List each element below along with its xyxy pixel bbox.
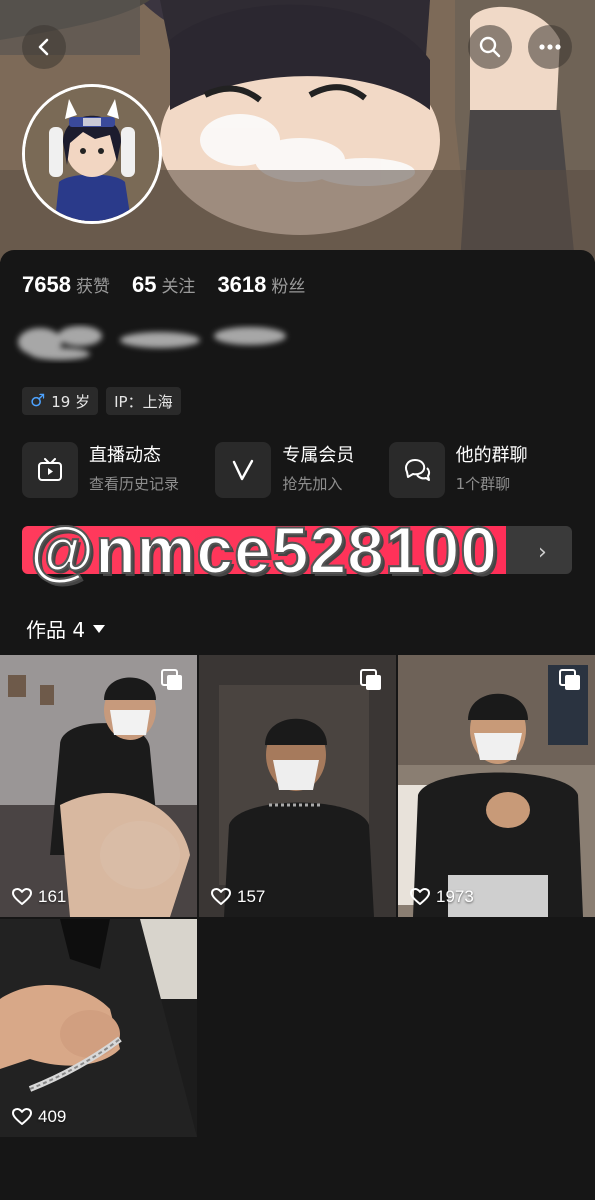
avatar[interactable] — [22, 84, 162, 224]
heart-icon — [12, 888, 32, 905]
more-dots-icon — [539, 44, 561, 50]
caret-down-icon — [93, 624, 106, 633]
like-count: 161 — [12, 887, 66, 907]
like-count-text: 1973 — [436, 887, 474, 906]
age-tag: ♂ 19 岁 — [22, 387, 99, 415]
chevron-left-icon — [38, 38, 49, 56]
stat-value: 65 — [131, 272, 157, 297]
tv-icon — [22, 442, 78, 498]
blurred-username — [18, 326, 286, 360]
multi-image-icon — [360, 669, 381, 690]
multi-image-icon — [559, 669, 580, 690]
shortcut-subtitle: 抢先加入 — [282, 475, 343, 493]
stat-followers[interactable]: 3618 粉丝 — [217, 272, 305, 298]
watermark-text: @nmce528100 — [29, 512, 499, 588]
stat-likes[interactable]: 7658 获赞 — [22, 272, 110, 298]
post-thumbnail — [0, 919, 197, 1137]
profile-banner — [0, 0, 595, 262]
post-thumbnail — [398, 655, 595, 917]
stat-label: 获赞 — [75, 277, 110, 297]
search-button[interactable] — [468, 25, 512, 69]
shortcut-title: 他的群聊 — [455, 445, 528, 466]
tab-works-label: 作品 4 — [26, 618, 86, 642]
heart-icon — [410, 888, 430, 905]
like-count-text: 409 — [38, 1107, 67, 1126]
stat-value: 3618 — [217, 272, 267, 297]
back-button[interactable] — [22, 25, 66, 69]
shortcut-row: 直播动态 查看历史记录 专属会员 抢先加入 他的群聊 1个群聊 — [22, 442, 582, 498]
heart-icon — [211, 888, 231, 905]
shortcut-membership[interactable]: 专属会员 抢先加入 — [215, 442, 388, 498]
post-tile[interactable]: 1973 — [398, 655, 595, 917]
shortcut-title: 直播动态 — [89, 445, 161, 466]
chat-bubbles-icon — [388, 442, 445, 498]
v-icon — [215, 442, 272, 498]
shortcut-subtitle: 1个群聊 — [455, 475, 511, 493]
post-tile[interactable]: 161 — [0, 655, 197, 917]
shortcut-group-chat[interactable]: 他的群聊 1个群聊 — [388, 442, 582, 498]
avatar-image — [25, 87, 159, 221]
chevron-right-icon: › — [538, 540, 547, 565]
heart-icon — [12, 1108, 32, 1125]
search-icon — [479, 36, 501, 58]
profile-tags: ♂ 19 岁 IP：上海 — [22, 387, 181, 415]
shortcut-subtitle: 查看历史记录 — [89, 475, 180, 493]
like-count: 409 — [12, 1107, 66, 1127]
like-count-text: 161 — [38, 887, 67, 906]
stat-following[interactable]: 65 关注 — [132, 272, 195, 298]
male-icon: ♂ — [30, 391, 46, 411]
like-count: 157 — [211, 887, 265, 907]
ip-text: IP：上海 — [114, 392, 173, 411]
age-text: 19 岁 — [51, 392, 91, 411]
post-tile[interactable]: 409 — [0, 919, 197, 1137]
tab-works[interactable]: 作品 4 — [26, 614, 106, 643]
stats-row: 7658 获赞 65 关注 3618 粉丝 — [22, 272, 305, 298]
post-tile[interactable]: 157 — [199, 655, 396, 917]
post-thumbnail — [199, 655, 396, 917]
shortcut-live[interactable]: 直播动态 查看历史记录 — [22, 442, 215, 498]
more-button[interactable] — [528, 25, 572, 69]
like-count: 1973 — [410, 887, 474, 907]
multi-image-icon — [161, 669, 182, 690]
stat-label: 粉丝 — [271, 277, 306, 297]
shortcut-title: 专属会员 — [282, 445, 355, 466]
like-count-text: 157 — [237, 887, 266, 906]
ip-tag: IP：上海 — [106, 387, 181, 415]
post-thumbnail — [0, 655, 197, 917]
stat-value: 7658 — [22, 272, 71, 297]
stat-label: 关注 — [161, 277, 196, 297]
